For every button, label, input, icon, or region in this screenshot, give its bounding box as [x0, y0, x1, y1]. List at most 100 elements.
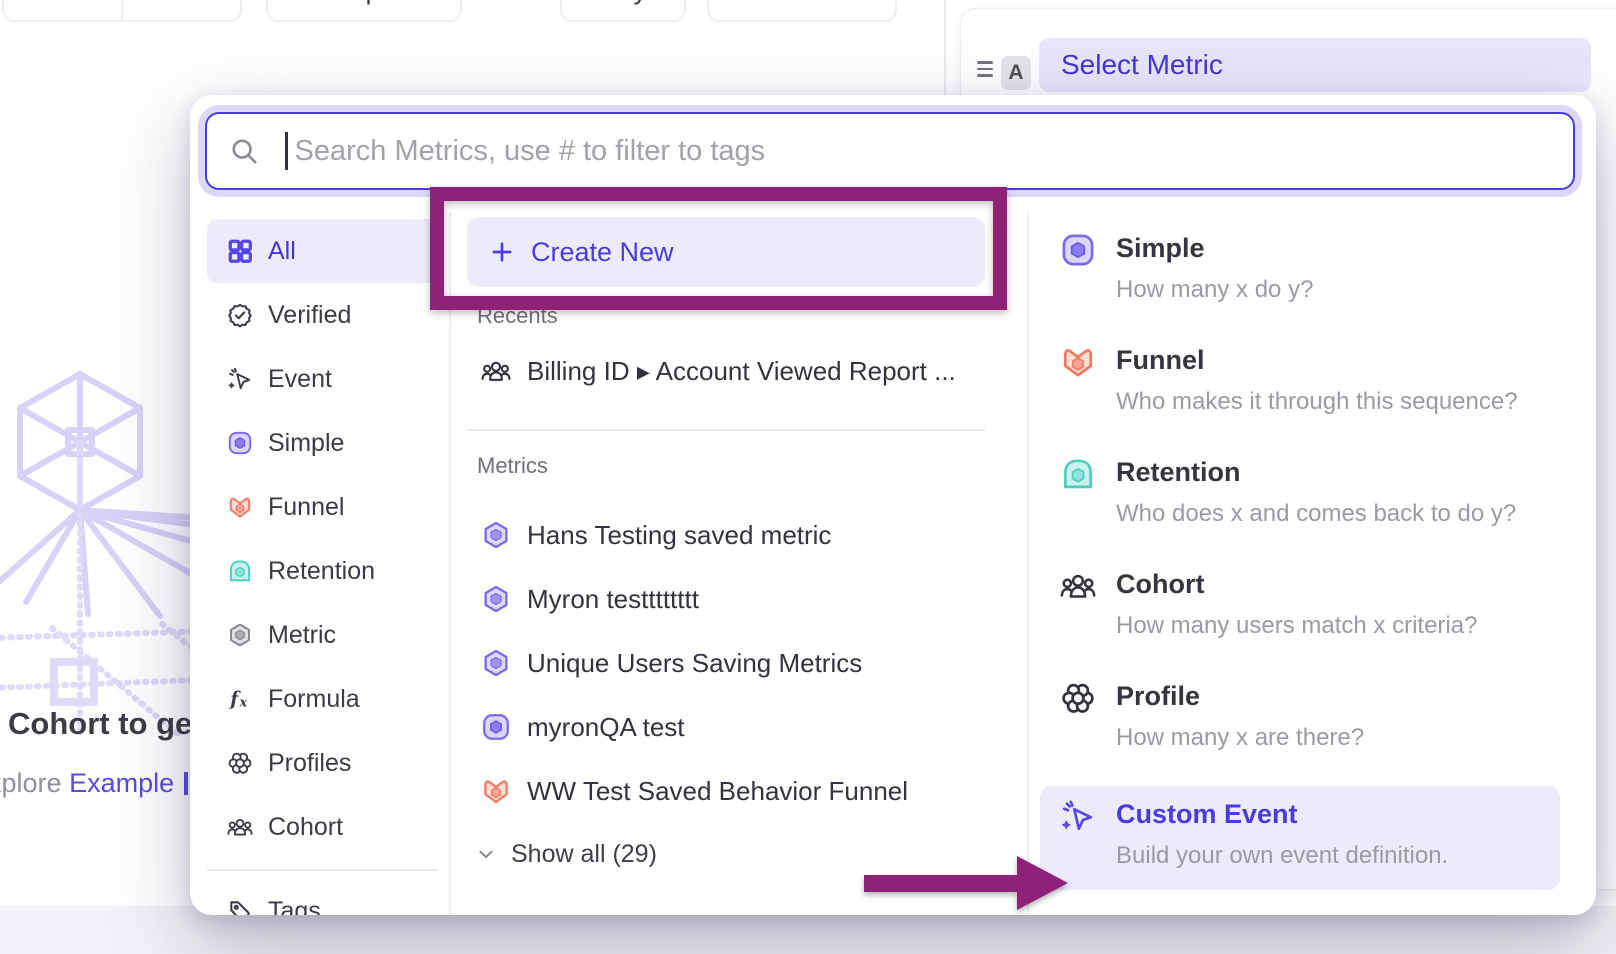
metric-item-label: WW Test Saved Behavior Funnel [527, 776, 908, 807]
sidebar-item-label: Funnel [268, 493, 344, 522]
recent-item-label: Billing ID ▸ Account Viewed Report ... [527, 356, 956, 387]
category-sidebar: All Verified Event Simple Funnel Retenti… [207, 219, 438, 915]
type-description: Who makes it through this sequence? [1116, 388, 1518, 416]
type-description: Build your own event definition. [1116, 842, 1448, 870]
metric-item-label: Myron testttttttt [527, 584, 699, 615]
sidebar-item-label: Metric [268, 621, 336, 650]
metric-type-column: Simple How many x do y? Funnel Who makes… [1060, 212, 1566, 890]
cohort-icon [227, 814, 253, 840]
explore-text: xplore [0, 768, 62, 798]
retention-icon [1060, 456, 1096, 492]
event-cursor-icon [227, 366, 253, 392]
sidebar-item-label: Retention [268, 557, 375, 586]
type-title: Cohort [1116, 568, 1477, 600]
range-ytd-label: YTD [140, 0, 194, 6]
sidebar-item-label: Event [268, 365, 332, 394]
profiles-icon [227, 750, 253, 776]
cohort-icon [481, 356, 511, 386]
show-all-label: Show all (29) [511, 840, 657, 869]
type-custom-event[interactable]: Custom Event Build your own event defini… [1040, 786, 1560, 890]
sidebar-item-retention[interactable]: Retention [207, 539, 438, 603]
line-chart-icon [757, 0, 783, 3]
column-divider [1027, 212, 1029, 915]
sidebar-item-event[interactable]: Event [207, 347, 438, 411]
search-input[interactable] [293, 134, 1574, 169]
select-metric-button[interactable]: Select Metric [1039, 38, 1591, 92]
sidebar-item-label: Verified [268, 301, 351, 330]
type-funnel[interactable]: Funnel Who makes it through this sequenc… [1060, 324, 1566, 436]
type-title: Retention [1116, 456, 1516, 488]
type-cohort[interactable]: Cohort How many users match x criteria? [1060, 548, 1566, 660]
metric-hexagon-icon [481, 648, 511, 678]
metric-search[interactable] [205, 112, 1575, 190]
annotation-arrow-head [1017, 856, 1068, 910]
type-profile[interactable]: Profile How many x are there? [1060, 660, 1566, 772]
metric-list-item[interactable]: myronQA test [467, 695, 985, 759]
series-a-badge: A [1001, 56, 1031, 90]
sidebar-item-all[interactable]: All [207, 219, 438, 283]
metric-list-item[interactable]: WW Test Saved Behavior Funnel [467, 759, 985, 823]
funnel-icon [1060, 344, 1096, 380]
sidebar-item-metric[interactable]: Metric [207, 603, 438, 667]
chart-type-line-button[interactable]: Line [707, 0, 897, 22]
empty-state-headline: Cohort to ge [8, 706, 192, 742]
metric-item-label: myronQA test [527, 712, 685, 743]
sidebar-item-label: Profiles [268, 749, 351, 778]
day-label: Day [599, 0, 647, 6]
type-retention[interactable]: Retention Who does x and comes back to d… [1060, 436, 1566, 548]
verified-icon [227, 302, 253, 328]
sidebar-item-tags[interactable]: Tags [207, 879, 438, 915]
sidebar-item-label: Simple [268, 429, 344, 458]
range-12m-label: 12M [36, 0, 89, 6]
formula-icon [227, 686, 253, 712]
metric-item-label: Unique Users Saving Metrics [527, 648, 862, 679]
type-description: How many users match x criteria? [1116, 612, 1477, 640]
select-metric-label: Select Metric [1061, 49, 1223, 81]
sidebar-item-label: Tags [268, 897, 321, 916]
sidebar-item-label: Formula [268, 685, 360, 714]
metric-list-item[interactable]: Unique Users Saving Metrics [467, 631, 985, 695]
recent-item[interactable]: Billing ID ▸ Account Viewed Report ... [467, 345, 985, 397]
sidebar-item-verified[interactable]: Verified [207, 283, 438, 347]
metrics-heading: Metrics [467, 453, 985, 479]
compare-label: Compare [308, 0, 419, 6]
sidebar-item-label: Cohort [268, 813, 343, 842]
metric-list-item[interactable]: Myron testttttttt [467, 567, 985, 631]
metric-hexagon-icon [481, 584, 511, 614]
annotation-highlight-box [430, 187, 1007, 310]
funnel-icon [227, 494, 253, 520]
type-description: How many x do y? [1116, 276, 1313, 304]
range-12m-button[interactable]: 12M [4, 0, 121, 20]
metric-item-label: Hans Testing saved metric [527, 520, 831, 551]
simple-icon [227, 430, 253, 456]
grid-icon [227, 238, 253, 264]
type-title: Custom Event [1116, 798, 1448, 830]
type-simple[interactable]: Simple How many x do y? [1060, 212, 1566, 324]
drag-handle-icon[interactable] [977, 61, 993, 77]
sidebar-item-simple[interactable]: Simple [207, 411, 438, 475]
text-caret [285, 132, 288, 170]
compare-button[interactable]: Compare [266, 0, 462, 22]
tag-icon [227, 898, 253, 915]
sidebar-item-formula[interactable]: Formula [207, 667, 438, 731]
range-ytd-button[interactable]: YTD [121, 0, 240, 20]
sidebar-item-profiles[interactable]: Profiles [207, 731, 438, 795]
list-divider [467, 429, 985, 431]
empty-state-subtext: xplore Example [0, 768, 174, 799]
metric-hexagon-icon [227, 622, 253, 648]
example-link[interactable]: Example [69, 768, 174, 798]
type-title: Funnel [1116, 344, 1518, 376]
sidebar-item-funnel[interactable]: Funnel [207, 475, 438, 539]
granularity-day-button[interactable]: Day [560, 0, 686, 22]
metric-hexagon-icon [481, 520, 511, 550]
metric-list-item[interactable]: Hans Testing saved metric [467, 503, 985, 567]
annotation-arrow-shaft [864, 875, 1018, 892]
sidebar-item-label: All [268, 237, 296, 266]
retention-icon [227, 558, 253, 584]
sidebar-item-cohort[interactable]: Cohort [207, 795, 438, 859]
simple-icon [1060, 232, 1096, 268]
type-title: Simple [1116, 232, 1313, 264]
chevron-down-icon [202, 0, 224, 1]
type-title: Profile [1116, 680, 1364, 712]
metric-list-column: Create New Recents Billing ID ▸ Account … [467, 217, 985, 885]
